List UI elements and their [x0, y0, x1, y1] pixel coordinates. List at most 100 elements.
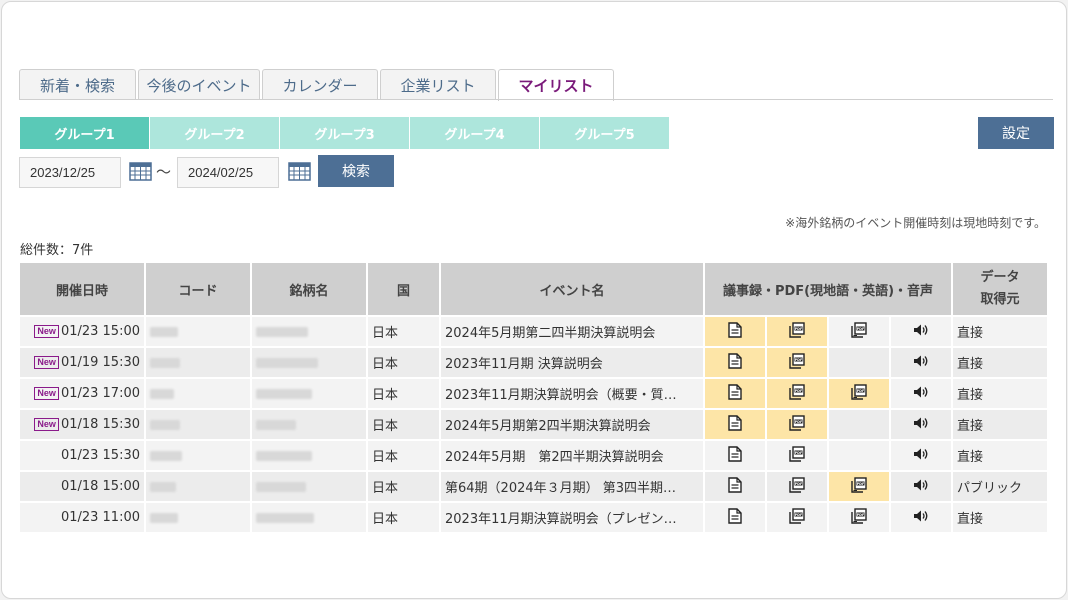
- tab-upcoming-events[interactable]: 今後のイベント: [138, 69, 260, 100]
- cell-doc[interactable]: [705, 410, 765, 439]
- pdf-icon[interactable]: PDF: [789, 507, 805, 528]
- cell-audio[interactable]: [891, 348, 951, 377]
- audio-icon[interactable]: [913, 416, 929, 434]
- cell-doc[interactable]: [705, 379, 765, 408]
- pdf-icon[interactable]: PDF: [789, 321, 805, 342]
- cell-name[interactable]: [252, 503, 366, 532]
- cell-event-name[interactable]: 2023年11月期決算説明会（概要・質…: [441, 379, 703, 408]
- cell-doc[interactable]: [705, 348, 765, 377]
- tab-new-search[interactable]: 新着・検索: [19, 69, 136, 100]
- cell-event-name[interactable]: 2023年11月期決算説明会（プレゼン…: [441, 503, 703, 532]
- audio-icon[interactable]: [913, 354, 929, 372]
- cell-doc[interactable]: [705, 503, 765, 532]
- cell-audio[interactable]: [891, 410, 951, 439]
- event-datetime: 01/19 15:30: [60, 355, 140, 370]
- svg-text:PDF: PDF: [857, 481, 865, 485]
- document-icon[interactable]: [728, 507, 742, 528]
- cell-event-name[interactable]: 2024年5月期第2四半期決算説明会: [441, 410, 703, 439]
- document-icon[interactable]: [728, 321, 742, 342]
- calendar-icon[interactable]: [129, 161, 152, 181]
- table-row[interactable]: New 01/23 15:00 日本 2024年5月期第二四半期決算説明会 PDF PDF…: [20, 317, 1047, 346]
- pdf-icon[interactable]: PDF: [789, 445, 805, 466]
- group-button-4[interactable]: グループ4: [410, 117, 539, 149]
- table-row[interactable]: New 01/23 17:00 日本 2023年11月期決算説明会（概要・質… PDF P…: [20, 379, 1047, 408]
- cell-audio[interactable]: [891, 472, 951, 501]
- header-name[interactable]: 銘柄名: [252, 263, 366, 315]
- pdf-english-icon[interactable]: PDF: [851, 476, 867, 497]
- cell-name[interactable]: [252, 379, 366, 408]
- cell-date: New 01/19 15:30: [20, 348, 144, 377]
- group-button-1[interactable]: グループ1: [20, 117, 149, 149]
- cell-event-name[interactable]: 2024年5月期第二四半期決算説明会: [441, 317, 703, 346]
- document-icon[interactable]: [728, 352, 742, 373]
- cell-audio[interactable]: [891, 441, 951, 470]
- table-row[interactable]: 01/23 15:30 日本 2024年5月期 第2四半期決算説明会 PDF 直接: [20, 441, 1047, 470]
- audio-icon[interactable]: [913, 447, 929, 465]
- cell-pdf-en[interactable]: PDF: [829, 503, 889, 532]
- group-button-3[interactable]: グループ3: [280, 117, 409, 149]
- cell-pdf[interactable]: PDF: [767, 348, 827, 377]
- date-from-field[interactable]: 2023/12/25: [19, 157, 121, 188]
- pdf-icon[interactable]: PDF: [789, 383, 805, 404]
- cell-pdf[interactable]: PDF: [767, 472, 827, 501]
- cell-pdf[interactable]: PDF: [767, 379, 827, 408]
- settings-button[interactable]: 設定: [978, 117, 1054, 149]
- cell-name[interactable]: [252, 317, 366, 346]
- cell-source: 直接: [953, 348, 1047, 377]
- cell-doc[interactable]: [705, 317, 765, 346]
- date-to-field[interactable]: 2024/02/25: [177, 157, 279, 188]
- cell-name[interactable]: [252, 472, 366, 501]
- cell-audio[interactable]: [891, 379, 951, 408]
- cell-pdf-en[interactable]: PDF: [829, 379, 889, 408]
- pdf-english-icon[interactable]: PDF: [851, 507, 867, 528]
- pdf-icon[interactable]: PDF: [789, 352, 805, 373]
- cell-name[interactable]: [252, 410, 366, 439]
- tab-calendar[interactable]: カレンダー: [262, 69, 378, 100]
- group-button-2[interactable]: グループ2: [150, 117, 279, 149]
- cell-event-name[interactable]: 2023年11月期 決算説明会: [441, 348, 703, 377]
- pdf-icon[interactable]: PDF: [789, 414, 805, 435]
- cell-pdf[interactable]: PDF: [767, 410, 827, 439]
- cell-audio[interactable]: [891, 503, 951, 532]
- table-row[interactable]: New 01/19 15:30 日本 2023年11月期 決算説明会 PDF 直接: [20, 348, 1047, 377]
- cell-pdf[interactable]: PDF: [767, 441, 827, 470]
- document-icon[interactable]: [728, 476, 742, 497]
- header-date[interactable]: 開催日時: [20, 263, 144, 315]
- audio-icon[interactable]: [913, 385, 929, 403]
- document-icon[interactable]: [728, 383, 742, 404]
- cell-audio[interactable]: [891, 317, 951, 346]
- tab-company-list[interactable]: 企業リスト: [380, 69, 496, 100]
- pdf-english-icon[interactable]: PDF: [851, 321, 867, 342]
- table-row[interactable]: 01/23 11:00 日本 2023年11月期決算説明会（プレゼン… PDF PDF 直…: [20, 503, 1047, 532]
- header-country[interactable]: 国: [368, 263, 439, 315]
- cell-pdf[interactable]: PDF: [767, 503, 827, 532]
- audio-icon[interactable]: [913, 323, 929, 341]
- cell-name[interactable]: [252, 348, 366, 377]
- cell-doc[interactable]: [705, 441, 765, 470]
- document-icon[interactable]: [728, 445, 742, 466]
- calendar-icon[interactable]: [288, 161, 311, 181]
- cell-doc[interactable]: [705, 472, 765, 501]
- group-button-5[interactable]: グループ5: [540, 117, 669, 149]
- table-row[interactable]: 01/18 15:00 日本 第64期（2024年３月期） 第3四半期… PDF PDF…: [20, 472, 1047, 501]
- header-event[interactable]: イベント名: [441, 263, 703, 315]
- cell-event-name[interactable]: 2024年5月期 第2四半期決算説明会: [441, 441, 703, 470]
- cell-code: [146, 317, 250, 346]
- header-code[interactable]: コード: [146, 263, 250, 315]
- audio-icon[interactable]: [913, 478, 929, 496]
- cell-name[interactable]: [252, 441, 366, 470]
- cell-pdf-en[interactable]: PDF: [829, 472, 889, 501]
- tab-bar: 新着・検索 今後のイベント カレンダー 企業リスト マイリスト: [19, 69, 614, 101]
- table-row[interactable]: New 01/18 15:30 日本 2024年5月期第2四半期決算説明会 PDF 直接: [20, 410, 1047, 439]
- cell-pdf[interactable]: PDF: [767, 317, 827, 346]
- search-button[interactable]: 検索: [318, 155, 394, 187]
- pdf-english-icon[interactable]: PDF: [851, 383, 867, 404]
- audio-icon[interactable]: [913, 509, 929, 527]
- pdf-icon[interactable]: PDF: [789, 476, 805, 497]
- cell-code: [146, 410, 250, 439]
- document-icon[interactable]: [728, 414, 742, 435]
- tab-my-list[interactable]: マイリスト: [498, 69, 614, 101]
- cell-pdf-en[interactable]: PDF: [829, 317, 889, 346]
- cell-empty: [829, 348, 889, 377]
- cell-event-name[interactable]: 第64期（2024年３月期） 第3四半期…: [441, 472, 703, 501]
